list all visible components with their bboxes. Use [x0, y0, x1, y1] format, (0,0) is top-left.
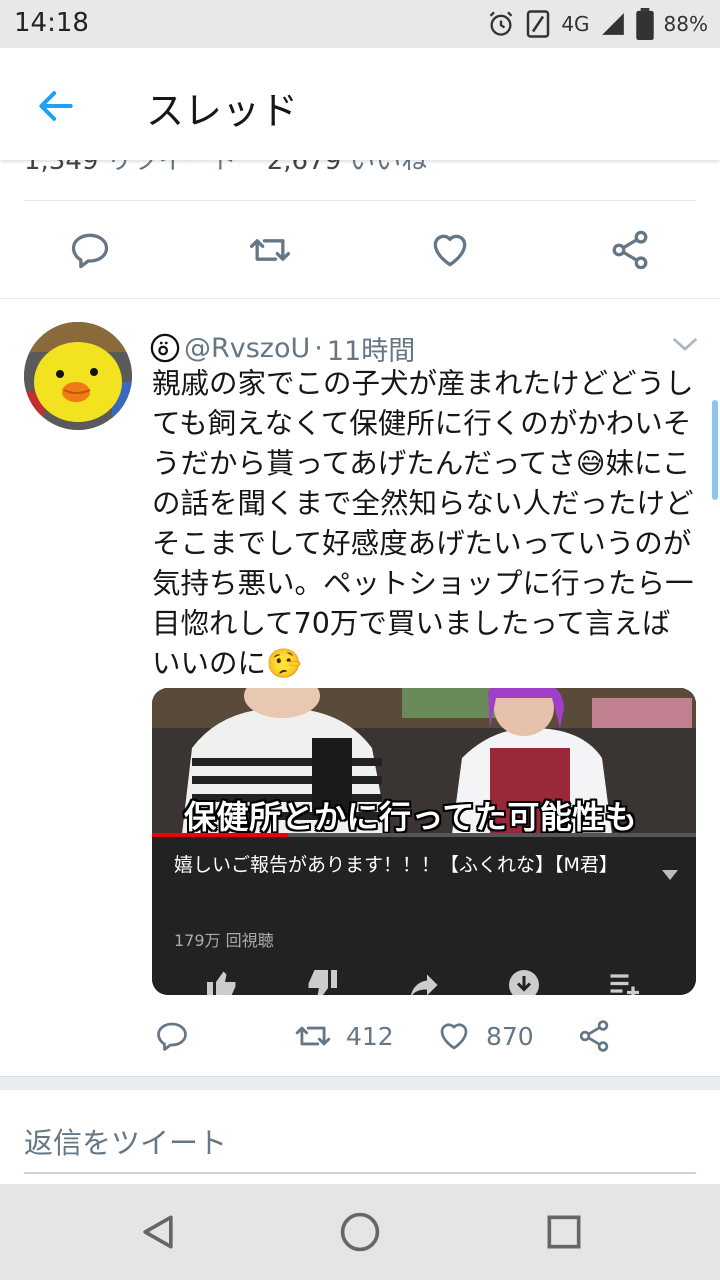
- triangle-back-icon: [143, 1215, 173, 1249]
- video-expand-button[interactable]: [662, 865, 678, 880]
- circle-home-icon: [340, 1212, 380, 1252]
- like-button[interactable]: 870: [436, 1012, 534, 1060]
- thumbs-down-icon: [308, 970, 337, 995]
- download-icon: [509, 970, 539, 995]
- retweet-count: 412: [346, 1021, 394, 1051]
- video-title[interactable]: 嬉しいご報告があります！！！【ふくれな】【M君】: [174, 847, 634, 883]
- tweet-time: 11時間: [326, 335, 416, 367]
- app-header: スレッド: [0, 48, 720, 160]
- tweet-menu-button[interactable]: [670, 332, 700, 356]
- reply-icon: [71, 233, 109, 269]
- nav-home-button[interactable]: [338, 1210, 382, 1254]
- share-icon: [579, 1020, 609, 1052]
- status-icons: 4G 88%: [487, 6, 708, 42]
- video-add-to-playlist-button[interactable]: [606, 967, 642, 995]
- retweet-icon: [250, 239, 290, 261]
- video-dislike-button[interactable]: [304, 967, 340, 995]
- retweet-button[interactable]: [248, 228, 292, 272]
- tweet-text: 親戚の家でこの子犬が産まれたけどどうしても飼えなくて保健所に行くのがかわいそうだ…: [152, 367, 694, 680]
- separator-dot: ·: [314, 332, 323, 364]
- scroll-indicator[interactable]: [712, 400, 718, 500]
- back-button[interactable]: [34, 84, 78, 128]
- heart-icon: [440, 1023, 468, 1050]
- share-icon: [612, 230, 648, 270]
- tweet-header: @RvszoU · 11時間: [150, 328, 670, 368]
- video-like-button[interactable]: [204, 967, 240, 995]
- reply-input[interactable]: [24, 1114, 696, 1174]
- reply-icon: [157, 1022, 187, 1051]
- status-bar: 14:18 4G 88%: [0, 0, 720, 48]
- retweet-button[interactable]: 412: [294, 1012, 394, 1060]
- divider: [24, 200, 696, 201]
- face-emoji-icon: [150, 333, 180, 363]
- share-button[interactable]: [576, 1012, 612, 1060]
- battery-percent: 88%: [663, 12, 708, 36]
- like-button[interactable]: [428, 228, 472, 272]
- video-card[interactable]: 保健所とかに行ってた可能性も 嬉しいご報告があります！！！【ふくれな】【M君】 …: [152, 688, 696, 995]
- share-arrow-icon: [411, 974, 438, 995]
- battery-icon: [635, 8, 654, 40]
- reply-button[interactable]: [68, 228, 112, 272]
- nfc-icon: [527, 10, 550, 38]
- reply-button[interactable]: [154, 1012, 190, 1060]
- reply-tweet-actions: 412 870: [0, 1012, 720, 1062]
- system-nav-bar: [0, 1184, 720, 1280]
- section-divider: [0, 1076, 720, 1091]
- page-title: スレッド: [146, 89, 299, 133]
- back-arrow-icon: [39, 91, 73, 121]
- retweet-icon: [295, 1026, 331, 1046]
- status-time: 14:18: [14, 8, 89, 38]
- divider: [0, 298, 720, 299]
- video-caption: 保健所とかに行ってた可能性も: [184, 798, 638, 836]
- main-tweet-actions: [0, 202, 720, 298]
- square-recents-icon: [547, 1215, 581, 1249]
- signal-icon: [601, 13, 624, 35]
- video-views: 179万 回視聴: [174, 931, 274, 950]
- network-type: 4G: [561, 12, 590, 36]
- playlist-add-icon: [610, 974, 639, 995]
- thumbs-up-icon: [207, 971, 236, 995]
- user-handle[interactable]: @RvszoU: [184, 333, 310, 364]
- video-share-button[interactable]: [406, 967, 442, 995]
- alarm-icon: [489, 11, 513, 36]
- avatar[interactable]: [24, 322, 132, 430]
- chick-avatar-image: [24, 322, 132, 430]
- chevron-down-icon: [672, 337, 698, 351]
- share-button[interactable]: [608, 228, 652, 272]
- nav-recents-button[interactable]: [542, 1210, 586, 1254]
- reply-tweet[interactable]: @RvszoU · 11時間 親戚の家でこの子犬が産まれたけどどうしても飼えなく…: [0, 300, 720, 1075]
- nav-back-button[interactable]: [136, 1210, 180, 1254]
- reply-composer: [0, 1090, 720, 1184]
- video-download-button[interactable]: [506, 967, 542, 995]
- heart-icon: [433, 234, 467, 267]
- video-info: 嬉しいご報告があります！！！【ふくれな】【M君】 179万 回視聴: [152, 837, 696, 995]
- like-count: 870: [486, 1021, 534, 1051]
- caret-down-icon: [662, 870, 678, 880]
